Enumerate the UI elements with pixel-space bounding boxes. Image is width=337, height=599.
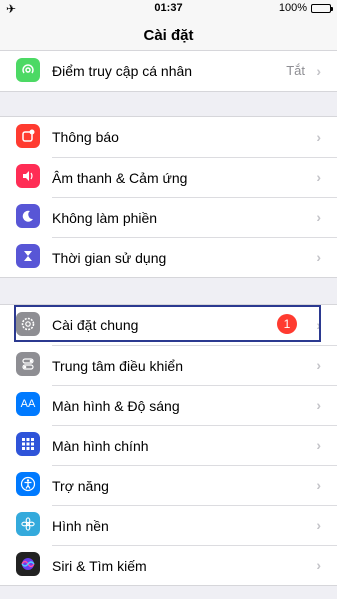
settings-row-general[interactable]: Cài đặt chung 1 › xyxy=(0,305,337,345)
row-label: Siri & Tìm kiếm xyxy=(52,557,147,574)
settings-group-general: Cài đặt chung 1 › Trung tâm điều khiển ›… xyxy=(0,304,337,586)
hotspot-icon xyxy=(16,58,40,82)
settings-row-wallpaper[interactable]: Hình nền › xyxy=(0,505,337,545)
row-value: Tắt xyxy=(286,63,305,78)
home-screen-icon xyxy=(16,432,40,456)
sound-icon xyxy=(16,164,40,188)
row-label: Không làm phiền xyxy=(52,209,158,226)
display-icon: AA xyxy=(16,392,40,416)
wallpaper-icon xyxy=(16,512,40,536)
row-label: Màn hình & Độ sáng xyxy=(52,397,180,414)
settings-row-notifications[interactable]: Thông báo › xyxy=(0,117,337,157)
row-label: Trợ năng xyxy=(52,477,109,494)
row-label: Điểm truy cập cá nhân xyxy=(52,63,193,79)
chevron-right-icon: › xyxy=(316,477,321,493)
notifications-icon xyxy=(16,124,40,148)
battery-indicator: 100% xyxy=(278,2,333,14)
status-bar: ✈ 01:37 100% xyxy=(0,0,337,18)
page-title: Cài đặt xyxy=(143,26,194,44)
chevron-right-icon: › xyxy=(316,129,321,145)
settings-row-accessibility[interactable]: Trợ năng › xyxy=(0,465,337,505)
settings-row-sounds[interactable]: Âm thanh & Cảm ứng › xyxy=(0,157,337,197)
row-label: Thời gian sử dụng xyxy=(52,249,167,266)
row-label: Trung tâm điều khiển xyxy=(52,357,183,374)
highlight-box xyxy=(14,305,321,342)
settings-row-control-center[interactable]: Trung tâm điều khiển › xyxy=(0,345,337,385)
settings-row-personal-hotspot[interactable]: Điểm truy cập cá nhân Tắt › xyxy=(0,51,337,91)
chevron-right-icon: › xyxy=(316,249,321,265)
chevron-right-icon: › xyxy=(316,397,321,413)
chevron-right-icon: › xyxy=(316,557,321,573)
chevron-right-icon: › xyxy=(316,517,321,533)
settings-row-home-screen[interactable]: Màn hình chính › xyxy=(0,425,337,465)
settings-row-siri[interactable]: Siri & Tìm kiếm › xyxy=(0,545,337,585)
row-label: Màn hình chính xyxy=(52,437,149,454)
settings-group-network: Điểm truy cập cá nhân Tắt › xyxy=(0,50,337,92)
chevron-right-icon: › xyxy=(316,357,321,373)
hourglass-icon xyxy=(16,244,40,268)
settings-row-screen-time[interactable]: Thời gian sử dụng › xyxy=(0,237,337,277)
row-label: Hình nền xyxy=(52,517,109,534)
moon-icon xyxy=(16,204,40,228)
chevron-right-icon: › xyxy=(316,209,321,225)
row-label: Âm thanh & Cảm ứng xyxy=(52,169,188,186)
battery-percent: 100% xyxy=(278,2,307,14)
control-center-icon xyxy=(16,352,40,376)
battery-icon xyxy=(311,3,333,13)
settings-group-notifications: Thông báo › Âm thanh & Cảm ứng › Không l… xyxy=(0,116,337,278)
settings-row-do-not-disturb[interactable]: Không làm phiền › xyxy=(0,197,337,237)
chevron-right-icon: › xyxy=(316,437,321,453)
chevron-right-icon: › xyxy=(316,169,321,185)
settings-row-display[interactable]: AA Màn hình & Độ sáng › xyxy=(0,385,337,425)
chevron-right-icon: › xyxy=(316,63,321,79)
nav-bar: Cài đặt xyxy=(0,18,337,53)
row-label: Thông báo xyxy=(52,129,119,145)
accessibility-icon xyxy=(16,472,40,496)
siri-icon xyxy=(16,552,40,576)
